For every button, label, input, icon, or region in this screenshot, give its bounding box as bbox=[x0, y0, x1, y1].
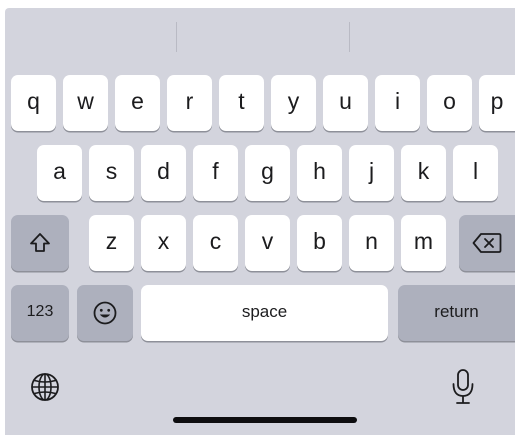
key-v[interactable]: v bbox=[245, 215, 290, 271]
home-indicator bbox=[173, 417, 357, 423]
key-f[interactable]: f bbox=[193, 145, 238, 201]
key-x[interactable]: x bbox=[141, 215, 186, 271]
shift-key[interactable] bbox=[11, 215, 69, 271]
key-label: v bbox=[261, 228, 274, 254]
space-key-label: space bbox=[241, 302, 288, 321]
key-i[interactable]: i bbox=[375, 75, 420, 131]
key-label: l bbox=[472, 158, 479, 184]
key-label: u bbox=[339, 88, 352, 114]
suggestion-bar bbox=[5, 8, 515, 68]
key-label: a bbox=[53, 158, 66, 184]
key-label: m bbox=[413, 228, 434, 254]
key-label: w bbox=[77, 88, 94, 114]
key-t[interactable]: t bbox=[219, 75, 264, 131]
key-h[interactable]: h bbox=[297, 145, 342, 201]
key-label: q bbox=[27, 88, 40, 114]
key-label: r bbox=[185, 88, 194, 114]
key-label: p bbox=[490, 88, 504, 114]
key-m[interactable]: m bbox=[401, 215, 446, 271]
microphone-icon bbox=[448, 366, 478, 408]
key-d[interactable]: d bbox=[141, 145, 186, 201]
key-k[interactable]: k bbox=[401, 145, 446, 201]
key-label: b bbox=[313, 228, 326, 254]
shift-icon bbox=[28, 231, 52, 255]
suggestion-divider bbox=[349, 22, 350, 52]
globe-icon bbox=[27, 369, 63, 405]
numbers-key-label: 123 bbox=[26, 302, 54, 320]
key-label: d bbox=[157, 158, 170, 184]
key-label: c bbox=[209, 228, 222, 254]
space-key[interactable]: space bbox=[141, 285, 388, 341]
key-o[interactable]: o bbox=[427, 75, 472, 131]
key-label: o bbox=[443, 88, 456, 114]
key-n[interactable]: n bbox=[349, 215, 394, 271]
key-label: g bbox=[261, 158, 274, 184]
backspace-key[interactable] bbox=[459, 215, 515, 271]
key-l[interactable]: l bbox=[453, 145, 498, 201]
key-label: e bbox=[131, 88, 144, 114]
numbers-key[interactable]: 123 bbox=[11, 285, 69, 341]
key-label: s bbox=[105, 158, 118, 184]
return-key-label: return bbox=[434, 302, 479, 321]
key-y[interactable]: y bbox=[271, 75, 316, 131]
key-label: x bbox=[157, 228, 170, 254]
key-label: y bbox=[287, 88, 300, 114]
key-s[interactable]: s bbox=[89, 145, 134, 201]
key-label: i bbox=[394, 88, 401, 114]
dictation-button[interactable] bbox=[448, 366, 478, 408]
key-p[interactable]: p bbox=[479, 75, 515, 131]
key-z[interactable]: z bbox=[89, 215, 134, 271]
key-q[interactable]: q bbox=[11, 75, 56, 131]
globe-button[interactable] bbox=[27, 369, 63, 405]
key-label: n bbox=[365, 228, 378, 254]
return-key[interactable]: return bbox=[398, 285, 515, 341]
key-label: t bbox=[238, 88, 245, 114]
key-c[interactable]: c bbox=[193, 215, 238, 271]
key-label: z bbox=[105, 228, 118, 254]
key-label: j bbox=[368, 158, 375, 184]
key-r[interactable]: r bbox=[167, 75, 212, 131]
key-b[interactable]: b bbox=[297, 215, 342, 271]
key-e[interactable]: e bbox=[115, 75, 160, 131]
key-label: h bbox=[313, 158, 326, 184]
suggestion-divider bbox=[176, 22, 177, 52]
key-a[interactable]: a bbox=[37, 145, 82, 201]
key-label: f bbox=[212, 158, 219, 184]
key-g[interactable]: g bbox=[245, 145, 290, 201]
key-u[interactable]: u bbox=[323, 75, 368, 131]
key-label: k bbox=[417, 158, 430, 184]
key-w[interactable]: w bbox=[63, 75, 108, 131]
emoji-key[interactable] bbox=[77, 285, 133, 341]
emoji-icon bbox=[92, 300, 118, 326]
backspace-icon bbox=[472, 232, 502, 254]
key-j[interactable]: j bbox=[349, 145, 394, 201]
